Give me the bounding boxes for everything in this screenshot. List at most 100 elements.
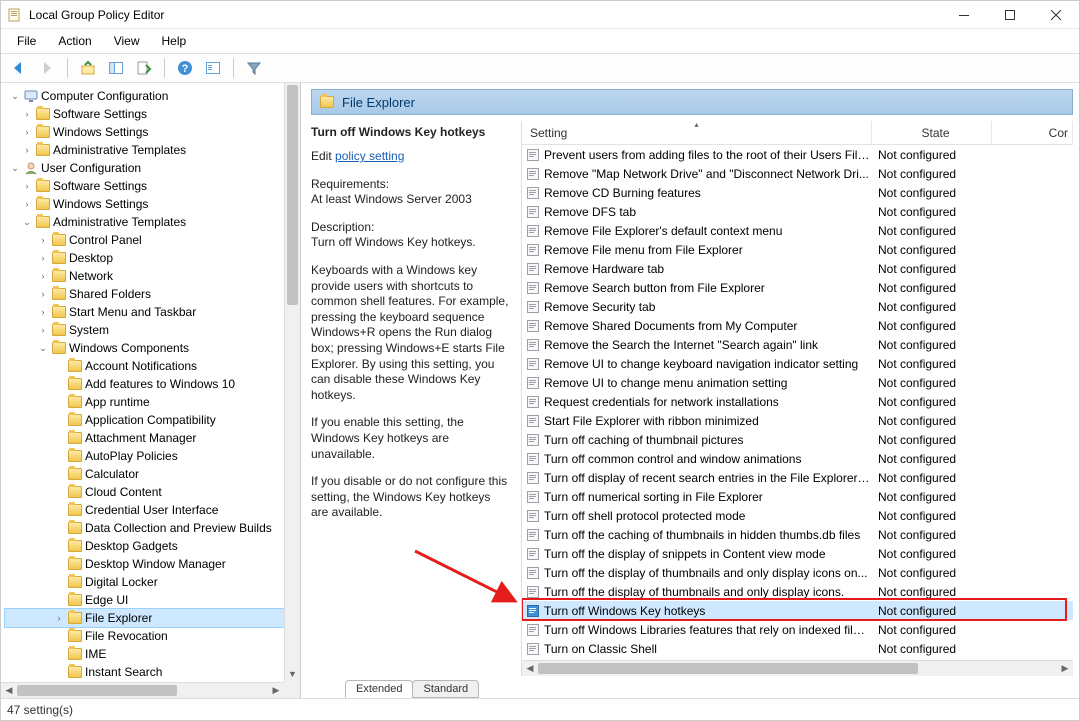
tree-item[interactable]: Attachment Manager [5, 429, 300, 447]
expand-icon[interactable]: › [21, 108, 33, 120]
list-row[interactable]: Turn off the caching of thumbnails in hi… [522, 525, 1073, 544]
show-hide-tree-button[interactable] [104, 56, 128, 80]
collapse-icon[interactable]: ⌄ [9, 90, 21, 102]
tree-item[interactable]: Application Compatibility [5, 411, 300, 429]
tree-item[interactable]: ⌄User Configuration [5, 159, 300, 177]
list-row[interactable]: Turn off the display of thumbnails and o… [522, 582, 1073, 601]
list-row[interactable]: Remove UI to change keyboard navigation … [522, 354, 1073, 373]
minimize-button[interactable] [941, 1, 987, 28]
list-row[interactable]: Turn off the display of thumbnails and o… [522, 563, 1073, 582]
list-row[interactable]: Remove DFS tabNot configured [522, 202, 1073, 221]
tree-item[interactable]: Cloud Content [5, 483, 300, 501]
expand-icon[interactable]: › [37, 234, 49, 246]
tree-item[interactable]: ›System [5, 321, 300, 339]
forward-button[interactable] [35, 56, 59, 80]
tree-item[interactable]: Account Notifications [5, 357, 300, 375]
tree-item[interactable]: ⌄Windows Components [5, 339, 300, 357]
collapse-icon[interactable]: ⌄ [9, 162, 21, 174]
tree-item[interactable]: Desktop Gadgets [5, 537, 300, 555]
menu-file[interactable]: File [7, 32, 46, 50]
collapse-icon[interactable]: ⌄ [37, 342, 49, 354]
list-row[interactable]: Remove CD Burning featuresNot configured [522, 183, 1073, 202]
tree-item[interactable]: App runtime [5, 393, 300, 411]
list-row[interactable]: Remove File menu from File ExplorerNot c… [522, 240, 1073, 259]
tree-hscrollbar[interactable]: ◀▶ [1, 682, 284, 698]
edit-policy-link[interactable]: policy setting [335, 149, 404, 163]
tab-standard[interactable]: Standard [412, 680, 479, 698]
list-row[interactable]: Turn on Classic ShellNot configured [522, 639, 1073, 658]
tree-item[interactable]: ›Shared Folders [5, 285, 300, 303]
tree-item[interactable]: ⌄Computer Configuration [5, 87, 300, 105]
expand-icon[interactable]: › [37, 252, 49, 264]
tree-item[interactable]: ›Desktop [5, 249, 300, 267]
policy-tree[interactable]: ⌄Computer Configuration›Software Setting… [5, 87, 300, 681]
expand-icon[interactable]: › [21, 126, 33, 138]
list-row[interactable]: Turn off numerical sorting in File Explo… [522, 487, 1073, 506]
list-row[interactable]: Remove the Search the Internet "Search a… [522, 335, 1073, 354]
menu-help[interactable]: Help [152, 32, 197, 50]
menu-view[interactable]: View [104, 32, 150, 50]
close-button[interactable] [1033, 1, 1079, 28]
list-row[interactable]: Turn off common control and window anima… [522, 449, 1073, 468]
expand-icon[interactable]: › [37, 270, 49, 282]
list-row[interactable]: Request credentials for network installa… [522, 392, 1073, 411]
tree-vscrollbar[interactable]: ▲▼ [284, 83, 300, 682]
expand-icon[interactable]: › [37, 306, 49, 318]
tree-item[interactable]: Desktop Window Manager [5, 555, 300, 573]
expand-icon[interactable]: › [53, 612, 65, 624]
tree-item[interactable]: Calculator [5, 465, 300, 483]
tree-item[interactable]: ›Start Menu and Taskbar [5, 303, 300, 321]
tree-item[interactable]: ›Administrative Templates [5, 141, 300, 159]
tree-item[interactable]: ›File Explorer [5, 609, 300, 627]
col-state[interactable]: State [872, 121, 992, 144]
tree-item[interactable]: ›Software Settings [5, 177, 300, 195]
list-row[interactable]: Start File Explorer with ribbon minimize… [522, 411, 1073, 430]
list-row[interactable]: Remove Security tabNot configured [522, 297, 1073, 316]
list-hscrollbar[interactable]: ◀▶ [522, 660, 1073, 676]
list-row[interactable]: Turn off display of recent search entrie… [522, 468, 1073, 487]
tree-item[interactable]: Digital Locker [5, 573, 300, 591]
list-row[interactable]: Turn off Windows Key hotkeysNot configur… [522, 601, 1073, 620]
list-row[interactable]: Turn off Windows Libraries features that… [522, 620, 1073, 639]
tree-item[interactable]: ›Network [5, 267, 300, 285]
up-button[interactable] [76, 56, 100, 80]
expand-icon[interactable]: › [37, 324, 49, 336]
expand-icon[interactable]: › [21, 198, 33, 210]
menu-action[interactable]: Action [48, 32, 101, 50]
tree-item[interactable]: Credential User Interface [5, 501, 300, 519]
collapse-icon[interactable]: ⌄ [21, 216, 33, 228]
tree-item[interactable]: ›Software Settings [5, 105, 300, 123]
list-row[interactable]: Turn off caching of thumbnail picturesNo… [522, 430, 1073, 449]
export-button[interactable] [132, 56, 156, 80]
tree-item[interactable]: Edge UI [5, 591, 300, 609]
list-row[interactable]: Turn off the display of snippets in Cont… [522, 544, 1073, 563]
tab-extended[interactable]: Extended [345, 680, 413, 698]
tree-item[interactable]: ›Windows Settings [5, 195, 300, 213]
list-row[interactable]: Remove Shared Documents from My Computer… [522, 316, 1073, 335]
tree-item[interactable]: IME [5, 645, 300, 663]
tree-item[interactable]: File Revocation [5, 627, 300, 645]
list-row[interactable]: Turn off shell protocol protected modeNo… [522, 506, 1073, 525]
list-row[interactable]: Prevent users from adding files to the r… [522, 145, 1073, 164]
tree-item[interactable]: AutoPlay Policies [5, 447, 300, 465]
list-row[interactable]: Remove File Explorer's default context m… [522, 221, 1073, 240]
list-row[interactable]: Remove UI to change menu animation setti… [522, 373, 1073, 392]
list-row[interactable]: Remove Search button from File ExplorerN… [522, 278, 1073, 297]
expand-icon[interactable]: › [21, 180, 33, 192]
expand-icon[interactable]: › [21, 144, 33, 156]
help-button[interactable]: ? [173, 56, 197, 80]
tree-item[interactable]: ›Windows Settings [5, 123, 300, 141]
col-comment[interactable]: Cor [992, 121, 1073, 144]
list-row[interactable]: Remove Hardware tabNot configured [522, 259, 1073, 278]
filter-button[interactable] [242, 56, 266, 80]
tree-item[interactable]: Instant Search [5, 663, 300, 681]
tree-item[interactable]: Add features to Windows 10 [5, 375, 300, 393]
tree-item[interactable]: ⌄Administrative Templates [5, 213, 300, 231]
back-button[interactable] [7, 56, 31, 80]
maximize-button[interactable] [987, 1, 1033, 28]
tree-item[interactable]: ›Control Panel [5, 231, 300, 249]
expand-icon[interactable]: › [37, 288, 49, 300]
list-row[interactable]: Remove "Map Network Drive" and "Disconne… [522, 164, 1073, 183]
tree-item[interactable]: Data Collection and Preview Builds [5, 519, 300, 537]
list-header[interactable]: Setting▴ State Cor [522, 121, 1073, 145]
